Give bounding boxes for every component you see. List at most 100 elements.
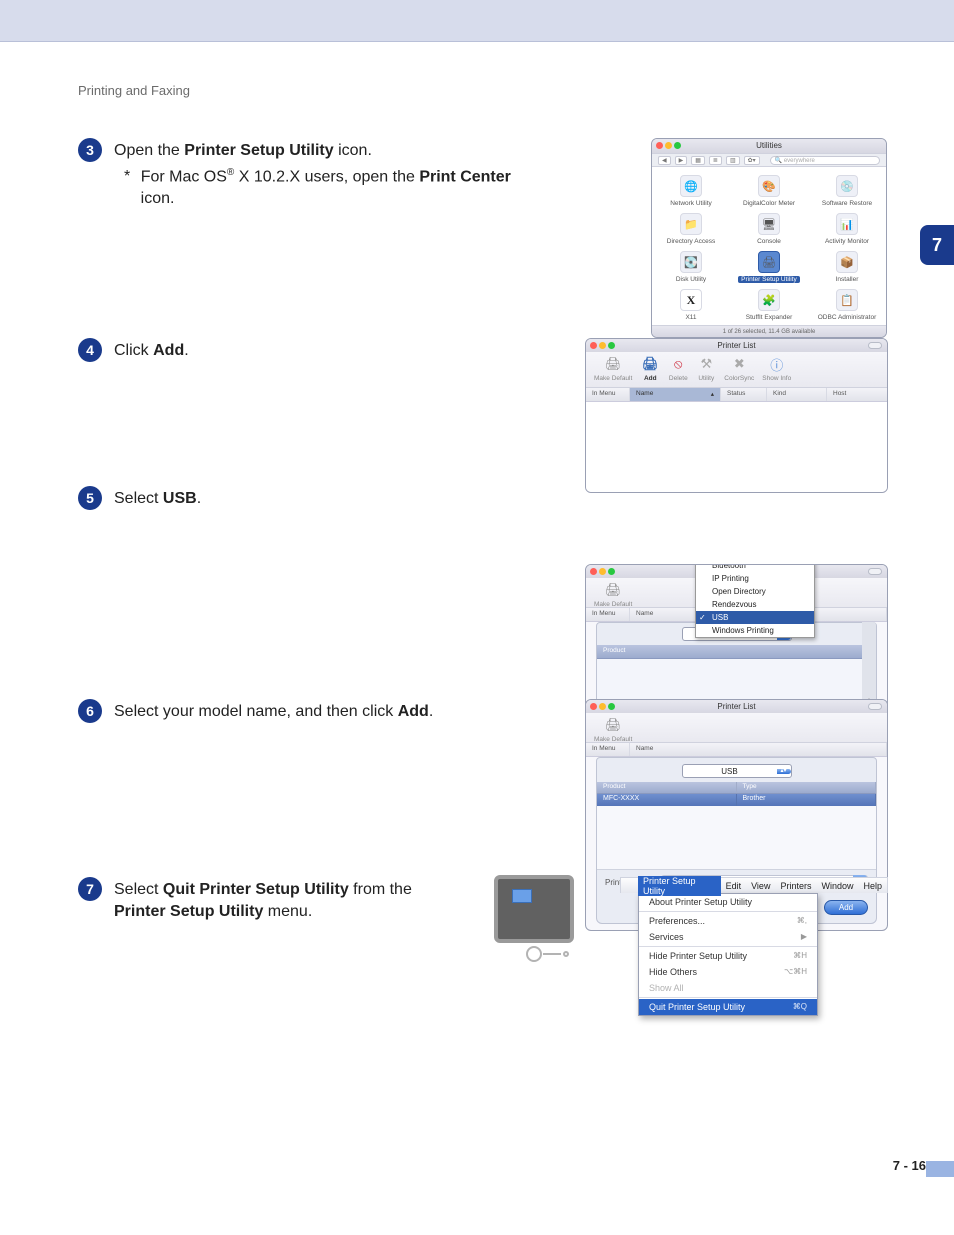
- menu-item-quit-printer-setup-utility[interactable]: Quit Printer Setup Utility⌘Q: [639, 999, 817, 1015]
- section-header: Printing and Faxing: [78, 83, 190, 98]
- utility-app-item[interactable]: 📊Activity Monitor: [808, 213, 886, 245]
- table-row[interactable]: MFC-XXXX Brother: [597, 794, 876, 806]
- screenshot-quit-menu: Printer Setup UtilityEditViewPrintersWin…: [620, 877, 888, 1016]
- step-text-bold: USB: [163, 490, 197, 507]
- colorsync-button[interactable]: ✖ColorSync: [724, 354, 754, 382]
- traffic-lights[interactable]: [590, 568, 615, 575]
- traffic-lights[interactable]: [590, 342, 615, 349]
- menubar-item-window[interactable]: Window: [816, 881, 858, 891]
- connection-menu[interactable]: AppleTalkBluetoothIP PrintingOpen Direct…: [695, 564, 815, 638]
- utility-app-item[interactable]: 🖨Printer Setup Utility: [730, 251, 808, 283]
- imac-illustration: [494, 875, 574, 965]
- menu-item-hide-others[interactable]: Hide Others⌥⌘H: [639, 964, 817, 980]
- col-type[interactable]: Type: [737, 782, 877, 793]
- step-text-bold: Quit Printer Setup Utility: [163, 881, 349, 898]
- step-text-bold: Add: [153, 342, 184, 359]
- step-5: 5 Select USB.: [78, 486, 578, 510]
- utility-app-item[interactable]: 🧩StuffIt Expander: [730, 289, 808, 321]
- menubar-item-printer-setup-utility[interactable]: Printer Setup Utility: [638, 876, 721, 896]
- utility-app-item[interactable]: 🌐Network Utility: [652, 175, 730, 207]
- menu-item-about-printer-setup-utility[interactable]: About Printer Setup Utility: [639, 894, 817, 910]
- connection-option-rendezvous[interactable]: Rendezvous: [696, 598, 814, 611]
- connection-option-open-directory[interactable]: Open Directory: [696, 585, 814, 598]
- search-input[interactable]: 🔍 everywhere: [770, 156, 880, 165]
- screenshot-utilities-finder: Utilities ◀ ▶ ▦ ≣ ▥ ✿▾ 🔍 everywhere 🌐Net…: [651, 138, 887, 338]
- col-status[interactable]: Status: [721, 388, 767, 401]
- view-icons[interactable]: ▦: [691, 156, 705, 165]
- col-product[interactable]: Product: [597, 782, 737, 793]
- menu-separator: [639, 997, 817, 998]
- utility-app-item[interactable]: 📋ODBC Administrator: [808, 289, 886, 321]
- connection-option-bluetooth[interactable]: Bluetooth: [696, 564, 814, 572]
- add-icon: 🖨: [640, 354, 660, 374]
- action-button[interactable]: ✿▾: [744, 156, 760, 165]
- software-restore-icon: 💿: [836, 175, 858, 197]
- window-title: Printer List: [717, 341, 755, 350]
- connection-option-ip-printing[interactable]: IP Printing: [696, 572, 814, 585]
- utility-app-item[interactable]: 🖥Console: [730, 213, 808, 245]
- menubar-item-help[interactable]: Help: [858, 881, 887, 891]
- back-button[interactable]: ◀: [658, 156, 671, 165]
- connection-option-windows-printing[interactable]: Windows Printing: [696, 624, 814, 637]
- step-text-bold: Add: [398, 703, 429, 720]
- page-accent: [926, 1161, 954, 1177]
- utility-button[interactable]: ⚒Utility: [696, 354, 716, 382]
- menu-separator: [639, 911, 817, 912]
- view-list[interactable]: ≣: [709, 156, 722, 165]
- step-6: 6 Select your model name, and then click…: [78, 699, 578, 723]
- step-text: menu.: [263, 903, 312, 920]
- utility-app-item[interactable]: 🎨DigitalColor Meter: [730, 175, 808, 207]
- page-number: 7 - 16: [893, 1158, 926, 1173]
- delete-icon: ⦸: [668, 354, 688, 374]
- add-button[interactable]: 🖨Add: [640, 354, 660, 382]
- step-4: 4 Click Add.: [78, 338, 578, 362]
- finder-status: 1 of 26 selected, 11.4 GB available: [652, 325, 886, 337]
- printer-list-body: [586, 402, 887, 492]
- step-text: Select: [114, 490, 163, 507]
- substep-text: X 10.2.X users, open the: [234, 168, 419, 185]
- menubar-item-printers[interactable]: Printers: [775, 881, 816, 891]
- directory-access-icon: 📁: [680, 213, 702, 235]
- menu-separator: [639, 946, 817, 947]
- substep-text: icon.: [136, 190, 174, 207]
- menubar-item-edit[interactable]: Edit: [721, 881, 747, 891]
- utility-app-item[interactable]: 📁Directory Access: [652, 213, 730, 245]
- delete-button[interactable]: ⦸Delete: [668, 354, 688, 382]
- utility-app-item[interactable]: 💿Software Restore: [808, 175, 886, 207]
- traffic-lights[interactable]: [590, 703, 615, 710]
- installer-icon: 📦: [836, 251, 858, 273]
- make-default-button[interactable]: 🖨Make Default: [594, 354, 632, 382]
- col-inmenu[interactable]: In Menu: [586, 743, 630, 756]
- col-name[interactable]: Name ▴: [630, 388, 721, 401]
- utility-app-item[interactable]: 📦Installer: [808, 251, 886, 283]
- chapter-tab: 7: [920, 225, 954, 265]
- utility-app-item[interactable]: 💽Disk Utility: [652, 251, 730, 283]
- col-inmenu[interactable]: In Menu: [586, 608, 630, 621]
- step-text: .: [429, 703, 433, 720]
- menu-item-services[interactable]: Services▶: [639, 929, 817, 945]
- toolbar-toggle[interactable]: [868, 568, 882, 575]
- connection-option-usb[interactable]: USB: [696, 611, 814, 624]
- make-default-button[interactable]: 🖨Make Default: [594, 580, 632, 608]
- connection-select[interactable]: USB: [682, 764, 792, 778]
- make-default-button[interactable]: 🖨Make Default: [594, 715, 632, 743]
- step-text: from the: [349, 881, 412, 898]
- col-kind[interactable]: Kind: [767, 388, 827, 401]
- col-name[interactable]: Name: [630, 743, 887, 756]
- show-info-button[interactable]: ⓘShow Info: [762, 354, 791, 382]
- menu-item-preferences-[interactable]: Preferences...⌘,: [639, 913, 817, 929]
- toolbar-toggle[interactable]: [868, 342, 882, 349]
- view-columns[interactable]: ▥: [726, 156, 740, 165]
- step-text: Select your model name, and then click: [114, 703, 398, 720]
- fwd-button[interactable]: ▶: [675, 156, 688, 165]
- window-title: Utilities: [756, 141, 782, 150]
- utility-app-item[interactable]: XX11: [652, 289, 730, 321]
- col-inmenu[interactable]: In Menu: [586, 388, 630, 401]
- traffic-lights[interactable]: [656, 142, 681, 149]
- step-bullet: 4: [78, 338, 102, 362]
- menubar-item-view[interactable]: View: [746, 881, 775, 891]
- product-col[interactable]: Product: [597, 645, 876, 659]
- col-host[interactable]: Host: [827, 388, 887, 401]
- toolbar-toggle[interactable]: [868, 703, 882, 710]
- menu-item-hide-printer-setup-utility[interactable]: Hide Printer Setup Utility⌘H: [639, 948, 817, 964]
